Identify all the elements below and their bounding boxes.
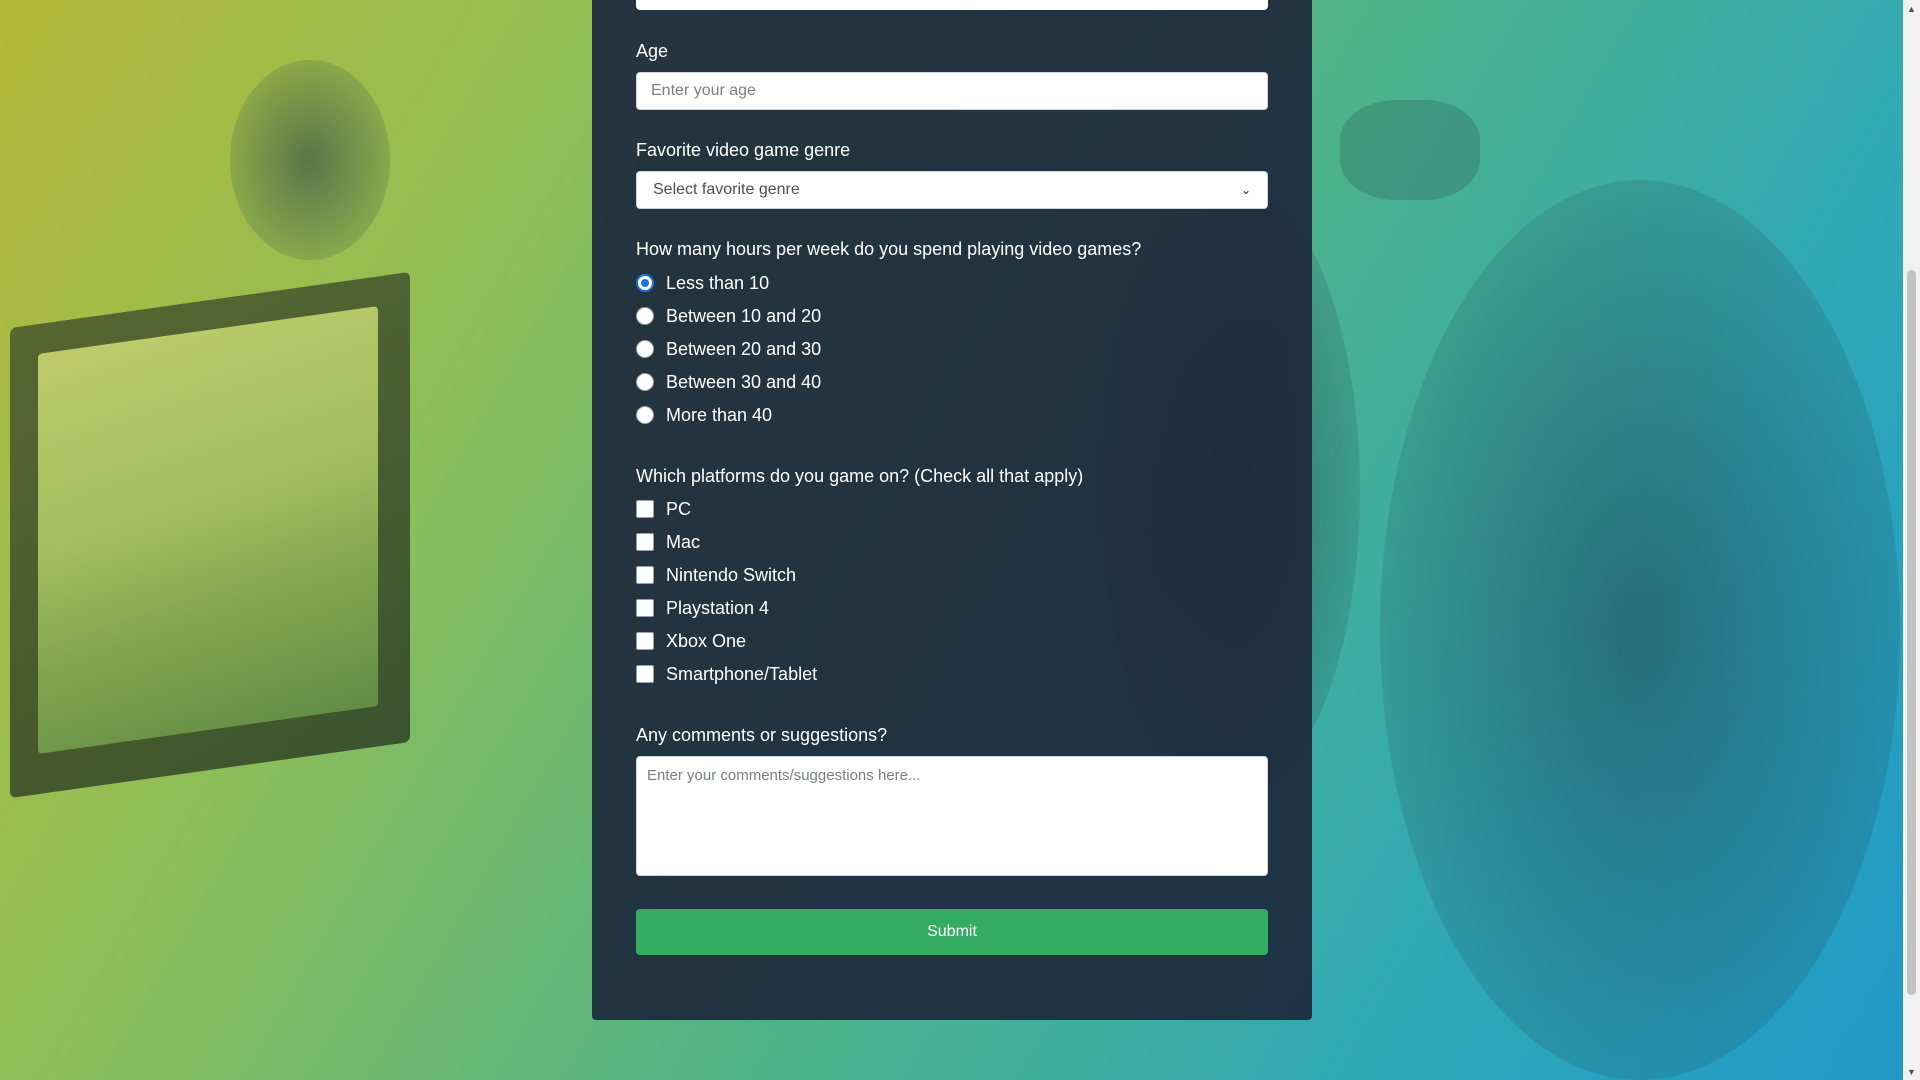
- genre-select-value: Select favorite genre: [653, 181, 800, 198]
- comments-textarea[interactable]: [636, 756, 1268, 876]
- hours-option[interactable]: More than 40: [636, 403, 772, 427]
- radio-button[interactable]: [636, 340, 654, 358]
- arrow-down-icon[interactable]: ▼: [1903, 1063, 1920, 1080]
- age-label: Age: [636, 41, 669, 61]
- platform-option-label: Nintendo Switch: [666, 564, 797, 585]
- hours-label: How many hours per week do you spend pla…: [636, 239, 1142, 259]
- survey-form: Age Favorite video game genre Select fav…: [592, 0, 1312, 1020]
- background-person: [1380, 180, 1900, 1080]
- platform-option-label: Xbox One: [666, 630, 747, 651]
- platform-option[interactable]: Smartphone/Tablet: [636, 662, 817, 686]
- genre-label: Favorite video game genre: [636, 140, 851, 160]
- genre-select[interactable]: Select favorite genre ⌄: [636, 171, 1268, 209]
- hours-option[interactable]: Less than 10: [636, 271, 769, 295]
- radio-button[interactable]: [636, 373, 654, 391]
- checkbox[interactable]: [636, 566, 654, 584]
- platform-option[interactable]: Mac: [636, 530, 700, 554]
- hours-option[interactable]: Between 10 and 20: [636, 304, 821, 328]
- chevron-down-icon: ⌄: [1240, 183, 1251, 197]
- checkbox[interactable]: [636, 632, 654, 650]
- background-game-screen: [38, 306, 378, 754]
- previous-input-field[interactable]: [636, 0, 1268, 10]
- platform-option[interactable]: Nintendo Switch: [636, 563, 796, 587]
- arrow-up-icon[interactable]: ▲: [1903, 0, 1920, 17]
- platform-option-label: Playstation 4: [666, 597, 770, 618]
- hours-option[interactable]: Between 20 and 30: [636, 337, 821, 361]
- age-input[interactable]: [636, 72, 1268, 110]
- platform-option[interactable]: Playstation 4: [636, 596, 769, 620]
- radio-button[interactable]: [636, 307, 654, 325]
- background-monitor: [1340, 100, 1480, 200]
- page-scrollbar[interactable]: ▲ ▼: [1903, 0, 1920, 1080]
- radio-button[interactable]: [636, 274, 654, 292]
- platform-option[interactable]: PC: [636, 497, 691, 521]
- hours-option-label: Between 10 and 20: [666, 305, 822, 326]
- platform-option-label: Mac: [666, 531, 701, 552]
- checkbox[interactable]: [636, 533, 654, 551]
- checkbox[interactable]: [636, 599, 654, 617]
- background-person: [230, 60, 390, 260]
- hours-option-label: Less than 10: [666, 272, 770, 293]
- platforms-label: Which platforms do you game on? (Check a…: [636, 466, 1084, 486]
- platform-option-label: Smartphone/Tablet: [666, 663, 818, 684]
- platform-option[interactable]: Xbox One: [636, 629, 746, 653]
- hours-option-label: Between 30 and 40: [666, 371, 822, 392]
- scrollbar-thumb[interactable]: [1907, 270, 1916, 995]
- comments-label: Any comments or suggestions?: [636, 725, 888, 745]
- checkbox[interactable]: [636, 500, 654, 518]
- submit-button[interactable]: Submit: [636, 909, 1268, 955]
- checkbox[interactable]: [636, 665, 654, 683]
- platform-option-label: PC: [666, 498, 692, 519]
- hours-option-label: More than 40: [666, 404, 773, 425]
- hours-option-label: Between 20 and 30: [666, 338, 822, 359]
- radio-button[interactable]: [636, 406, 654, 424]
- hours-option[interactable]: Between 30 and 40: [636, 370, 821, 394]
- comments-wrapper: [592, 756, 1312, 876]
